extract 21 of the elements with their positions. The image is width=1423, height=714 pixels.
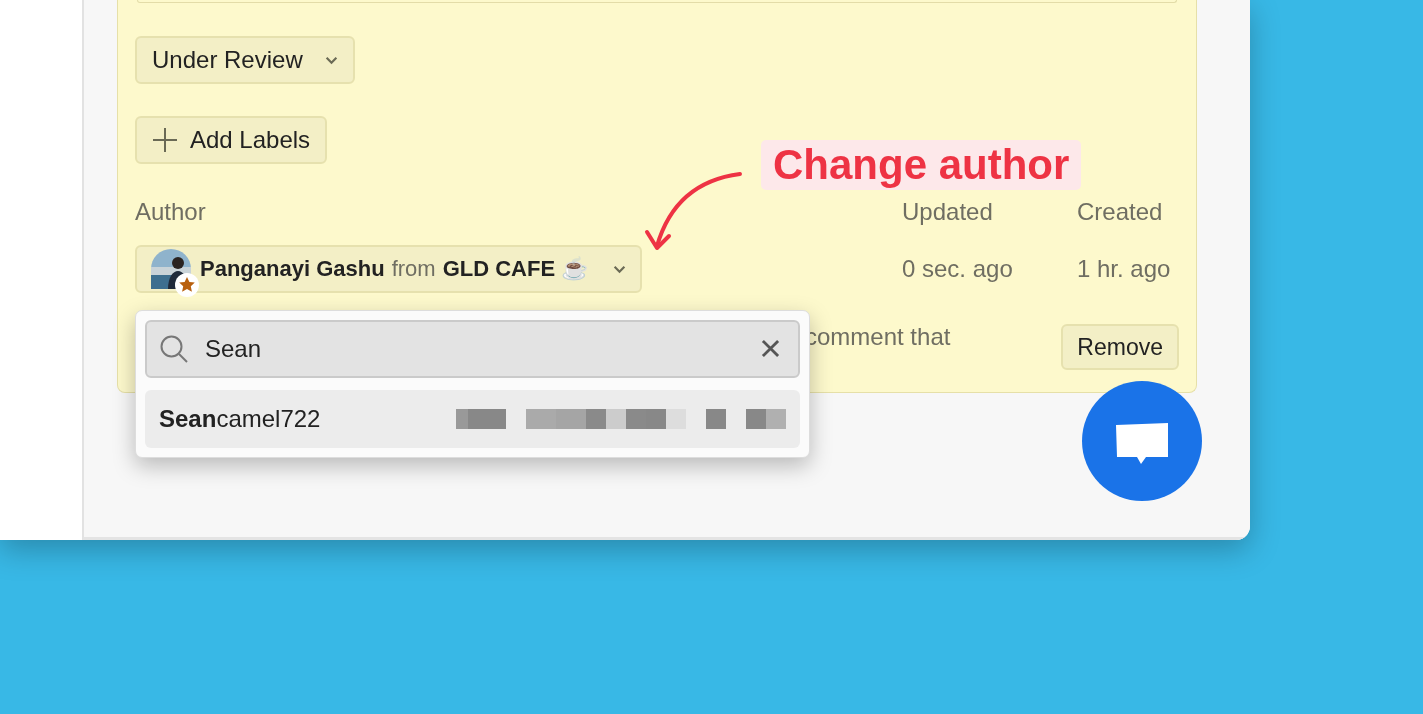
plus-icon xyxy=(152,127,178,153)
clear-icon[interactable] xyxy=(761,339,780,358)
chevron-down-icon xyxy=(613,264,627,274)
created-time: 1 hr. ago xyxy=(1077,255,1172,283)
comment-text: comment that xyxy=(805,323,951,351)
chat-bubble-icon xyxy=(1114,421,1170,466)
author-name: Panganayi Gashu xyxy=(200,256,385,282)
chevron-down-icon xyxy=(324,55,338,65)
updated-time: 0 sec. ago xyxy=(902,255,1014,283)
author-label: Author xyxy=(135,198,207,226)
status-dropdown[interactable]: Under Review xyxy=(135,36,355,84)
created-label: Created xyxy=(1077,198,1164,226)
company-name: GLD CAFE ☕ xyxy=(442,256,589,282)
remove-button[interactable]: Remove xyxy=(1061,324,1179,370)
search-field[interactable]: Sean xyxy=(145,320,800,378)
add-labels-button[interactable]: Add Labels xyxy=(135,116,328,164)
user-option[interactable]: Seancamel722 xyxy=(145,390,800,448)
updated-label: Updated xyxy=(902,198,994,226)
from-text: from xyxy=(391,256,436,282)
search-icon xyxy=(159,334,189,364)
annotation-label: Change author xyxy=(761,140,1082,190)
